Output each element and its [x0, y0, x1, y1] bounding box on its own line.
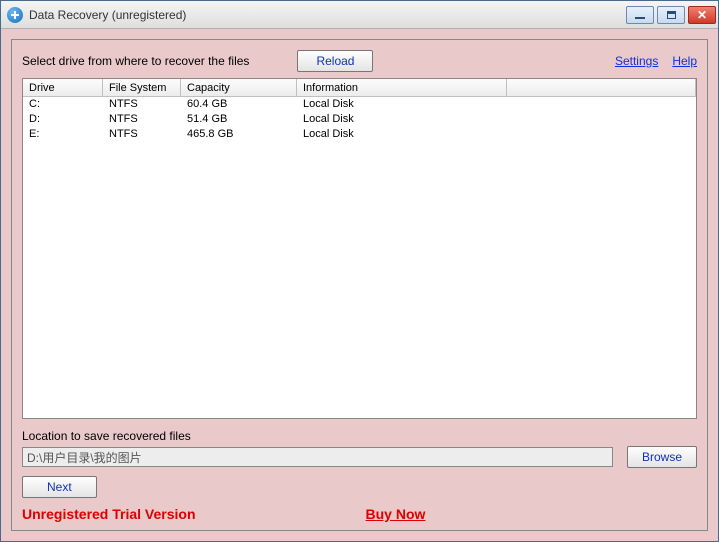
cell-fs: NTFS	[103, 128, 181, 143]
close-icon: ✕	[697, 9, 707, 21]
cell-capacity: 465.8 GB	[181, 128, 297, 143]
window-controls: ✕	[626, 6, 716, 24]
maximize-button[interactable]	[657, 6, 685, 24]
table-row[interactable]: E: NTFS 465.8 GB Local Disk	[23, 128, 696, 143]
location-input[interactable]	[22, 447, 613, 467]
reload-button[interactable]: Reload	[297, 50, 373, 72]
settings-link[interactable]: Settings	[615, 54, 658, 68]
column-header-filesystem[interactable]: File System	[103, 79, 181, 96]
cell-info: Local Disk	[297, 128, 507, 143]
buy-now-link[interactable]: Buy Now	[366, 506, 426, 522]
next-button[interactable]: Next	[22, 476, 97, 498]
app-window: Data Recovery (unregistered) ✕ Select dr…	[0, 0, 719, 542]
location-row: Browse	[22, 446, 697, 468]
client-area: Select drive from where to recover the f…	[1, 29, 718, 541]
browse-button[interactable]: Browse	[627, 446, 697, 468]
column-header-information[interactable]: Information	[297, 79, 507, 96]
table-row[interactable]: D: NTFS 51.4 GB Local Disk	[23, 113, 696, 128]
close-button[interactable]: ✕	[688, 6, 716, 24]
listview-body: C: NTFS 60.4 GB Local Disk D: NTFS 51.4 …	[23, 97, 696, 418]
link-bar: Settings Help	[615, 54, 697, 68]
cell-fs: NTFS	[103, 98, 181, 113]
app-icon	[7, 7, 23, 23]
cell-drive: D:	[23, 113, 103, 128]
cell-info: Local Disk	[297, 98, 507, 113]
main-panel: Select drive from where to recover the f…	[11, 39, 708, 531]
cell-fs: NTFS	[103, 113, 181, 128]
footer: Unregistered Trial Version Buy Now	[22, 506, 697, 522]
column-header-capacity[interactable]: Capacity	[181, 79, 297, 96]
cell-info: Local Disk	[297, 113, 507, 128]
titlebar: Data Recovery (unregistered) ✕	[1, 1, 718, 29]
maximize-icon	[667, 11, 676, 19]
cell-capacity: 51.4 GB	[181, 113, 297, 128]
cell-capacity: 60.4 GB	[181, 98, 297, 113]
cell-drive: E:	[23, 128, 103, 143]
minimize-button[interactable]	[626, 6, 654, 24]
location-label: Location to save recovered files	[22, 429, 697, 443]
top-toolbar: Select drive from where to recover the f…	[22, 50, 697, 72]
trial-version-label: Unregistered Trial Version	[22, 506, 196, 522]
help-link[interactable]: Help	[672, 54, 697, 68]
column-header-pad	[507, 79, 696, 96]
table-row[interactable]: C: NTFS 60.4 GB Local Disk	[23, 98, 696, 113]
drives-listview: Drive File System Capacity Information C…	[22, 78, 697, 419]
instruction-label: Select drive from where to recover the f…	[22, 54, 249, 68]
cell-drive: C:	[23, 98, 103, 113]
column-header-drive[interactable]: Drive	[23, 79, 103, 96]
listview-header: Drive File System Capacity Information	[23, 79, 696, 97]
window-title: Data Recovery (unregistered)	[29, 8, 186, 22]
minimize-icon	[635, 17, 645, 19]
